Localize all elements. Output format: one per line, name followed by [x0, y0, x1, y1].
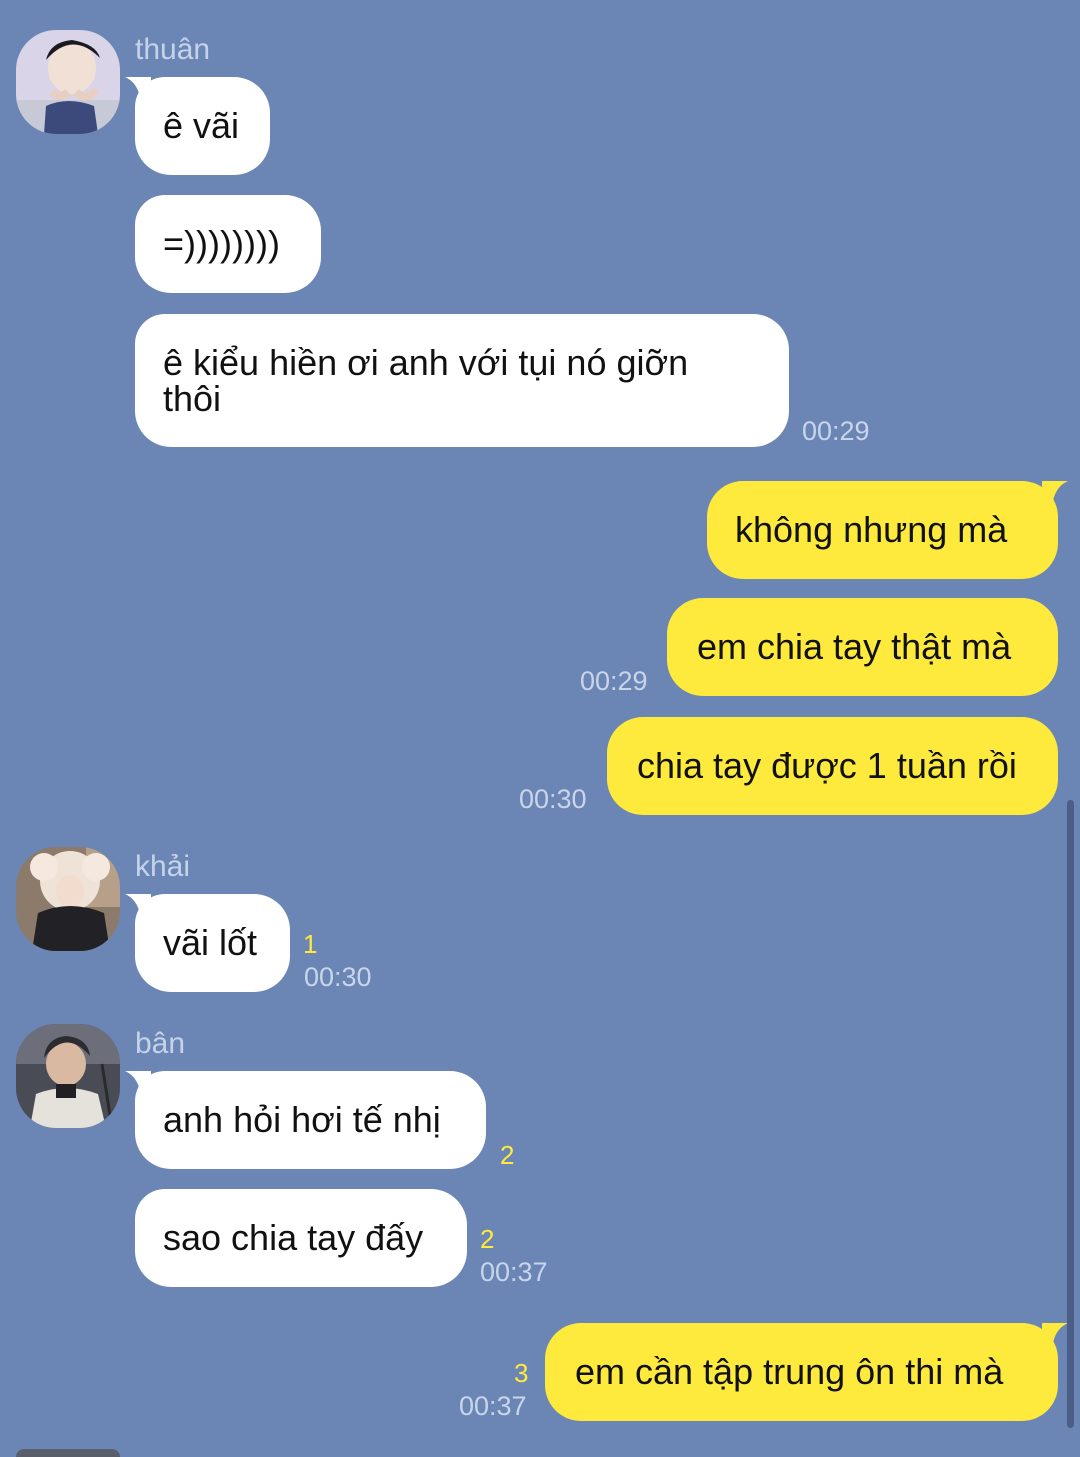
- profile-photo-avatar: [16, 1449, 120, 1457]
- bubble-tail-icon: [125, 894, 151, 920]
- unread-count: 2: [480, 1224, 495, 1254]
- unread-count: 1: [303, 929, 318, 959]
- message-text: em cần tập trung ôn thi mà: [575, 1351, 1004, 1392]
- message-bubble[interactable]: anh hỏi hơi tế nhị: [125, 1071, 486, 1169]
- bubble-tail-icon: [125, 77, 151, 103]
- message-bubble[interactable]: =)))))))): [135, 195, 321, 293]
- bubble-tail-icon: [125, 1071, 151, 1097]
- message-text: =)))))))): [163, 223, 280, 264]
- message-text: anh hỏi hơi tế nhị: [163, 1099, 441, 1140]
- avatar[interactable]: [16, 847, 120, 951]
- avatar[interactable]: [16, 1024, 120, 1128]
- scrollbar[interactable]: [1067, 800, 1074, 1428]
- unread-count: 2: [500, 1140, 515, 1170]
- message-text: em chia tay thật mà: [697, 626, 1012, 667]
- message-text: chia tay được 1 tuần rồi: [637, 745, 1017, 786]
- sender-name: khải: [135, 850, 191, 883]
- message-text: sao chia tay đấy: [163, 1217, 424, 1258]
- avatar[interactable]: [16, 30, 120, 134]
- message-bubble[interactable]: ê kiểu hiền ơi anh với tụi nó giỡn thôi: [135, 314, 789, 447]
- message-bubble[interactable]: chia tay được 1 tuần rồi: [607, 717, 1058, 815]
- message-text: không nhưng mà: [735, 509, 1008, 550]
- profile-photo-avatar: [16, 30, 120, 134]
- message-bubble[interactable]: em chia tay thật mà: [667, 598, 1058, 696]
- message-timestamp: 00:30: [519, 784, 587, 814]
- message-timestamp: 00:29: [802, 416, 870, 446]
- message-timestamp: 00:29: [580, 666, 648, 696]
- sender-name: thuân: [135, 33, 211, 66]
- bubble-tail-icon: [1042, 1323, 1068, 1349]
- message-text: vãi lốt: [163, 922, 258, 963]
- message-bubble[interactable]: ê vãi: [125, 77, 270, 175]
- profile-photo-avatar: [16, 1024, 120, 1128]
- profile-photo-avatar: [16, 847, 120, 951]
- message-bubble[interactable]: sao chia tay đấy: [135, 1189, 467, 1287]
- unread-count: 3: [514, 1358, 529, 1388]
- message-timestamp: 00:30: [304, 962, 372, 992]
- message-bubble[interactable]: em cần tập trung ôn thi mà: [545, 1323, 1068, 1421]
- bubble-tail-icon: [1042, 481, 1068, 507]
- message-text: ê vãi: [163, 105, 240, 146]
- message-bubble[interactable]: vãi lốt: [125, 894, 290, 992]
- avatar[interactable]: [16, 1449, 120, 1457]
- message-text: ê kiểu hiền ơi anh với tụi nó giỡn thôi: [163, 341, 689, 419]
- message-bubble[interactable]: không nhưng mà: [707, 481, 1068, 579]
- sender-name: bân: [135, 1027, 186, 1060]
- message-timestamp: 00:37: [459, 1391, 527, 1421]
- message-timestamp: 00:37: [480, 1257, 548, 1287]
